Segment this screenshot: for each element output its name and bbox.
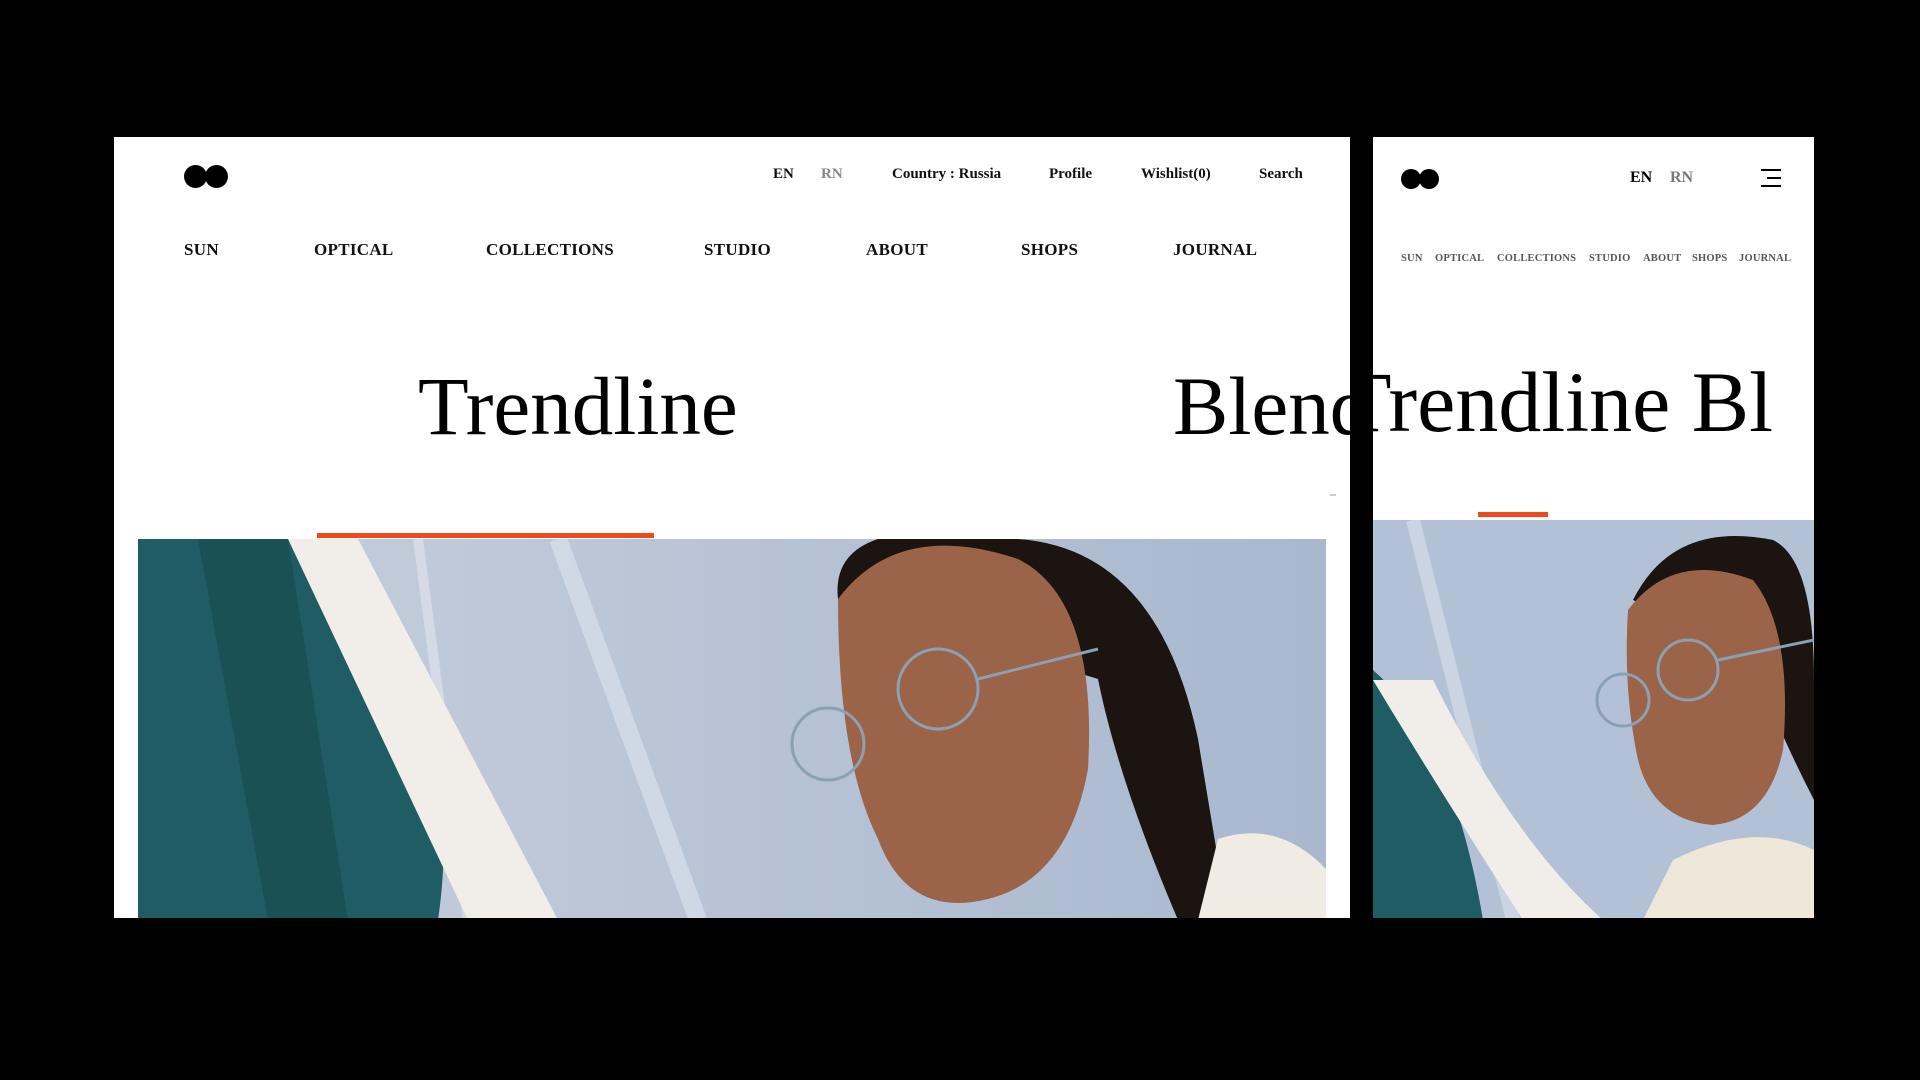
- nav-journal[interactable]: JOURNAL: [1739, 253, 1791, 264]
- lang-rn-link[interactable]: RN: [821, 166, 843, 183]
- country-selector[interactable]: Country : Russia: [892, 166, 1001, 183]
- nav-optical[interactable]: OPTICAL: [1435, 253, 1484, 264]
- nav-collections[interactable]: COLLECTIONS: [1497, 253, 1576, 264]
- hero-title-next: Blend: [1173, 360, 1350, 452]
- slider-progress: [317, 533, 654, 538]
- panel-divider: [1350, 137, 1373, 918]
- hero-title: Trendline: [418, 360, 738, 452]
- nav-studio[interactable]: STUDIO: [1589, 253, 1630, 264]
- nav-collections[interactable]: COLLECTIONS: [486, 240, 614, 260]
- nav-sun[interactable]: SUN: [1401, 253, 1423, 264]
- nav-shops[interactable]: SHOPS: [1021, 240, 1078, 260]
- slider-marker: [1330, 494, 1336, 496]
- hero-photo-illustration: [138, 539, 1326, 918]
- nav-about[interactable]: ABOUT: [1643, 253, 1681, 264]
- slider-progress: [1478, 512, 1548, 517]
- desktop-view: EN RN Country : Russia Profile Wishlist(…: [114, 137, 1350, 918]
- mobile-view: EN RN SUN OPTICAL COLLECTIONS STUDIO ABO…: [1373, 137, 1814, 918]
- wishlist-link[interactable]: Wishlist(0): [1141, 166, 1211, 183]
- nav-about[interactable]: ABOUT: [866, 240, 928, 260]
- lang-en-link[interactable]: EN: [773, 166, 794, 183]
- nav-studio[interactable]: STUDIO: [704, 240, 771, 260]
- hero-image: [138, 539, 1326, 918]
- nav-journal[interactable]: JOURNAL: [1173, 240, 1257, 260]
- nav-shops[interactable]: SHOPS: [1692, 253, 1727, 264]
- main-nav: SUN OPTICAL COLLECTIONS STUDIO ABOUT SHO…: [1401, 253, 1801, 267]
- search-link[interactable]: Search: [1259, 166, 1303, 183]
- menu-icon[interactable]: [1761, 169, 1781, 187]
- hero-image: [1373, 520, 1814, 918]
- profile-link[interactable]: Profile: [1049, 166, 1092, 183]
- logo-icon[interactable]: [1401, 169, 1439, 189]
- lang-rn-link[interactable]: RN: [1670, 169, 1693, 187]
- logo-icon[interactable]: [184, 165, 228, 188]
- hero-title: Trendline Bl: [1373, 354, 1774, 450]
- nav-optical[interactable]: OPTICAL: [314, 240, 394, 260]
- hero-photo-illustration: [1373, 520, 1814, 918]
- nav-sun[interactable]: SUN: [184, 240, 219, 260]
- lang-en-link[interactable]: EN: [1630, 169, 1652, 187]
- main-nav: SUN OPTICAL COLLECTIONS STUDIO ABOUT SHO…: [184, 240, 1257, 262]
